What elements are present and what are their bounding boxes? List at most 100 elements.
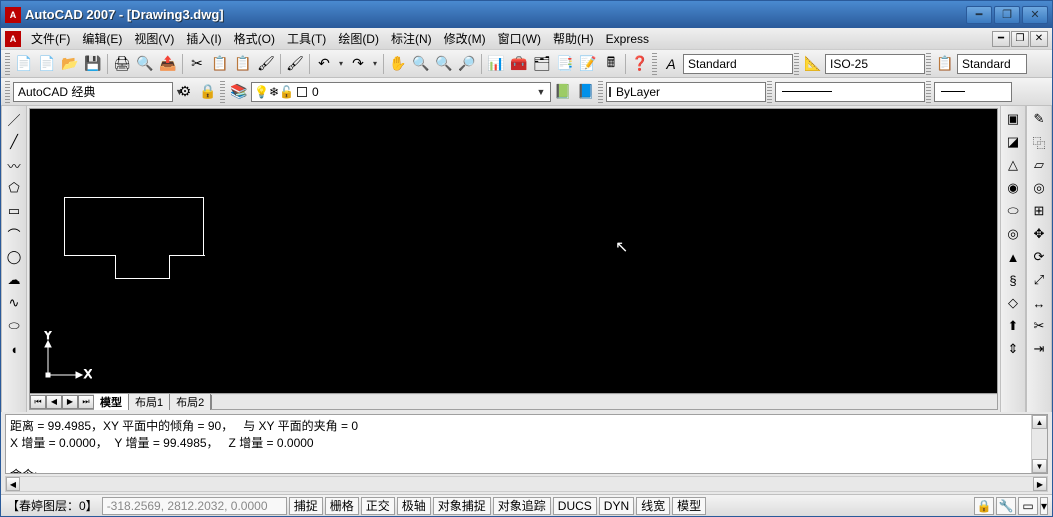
color-combo[interactable]: ▼ <box>606 82 766 102</box>
mdi-close-button[interactable]: ✕ <box>1030 31 1048 47</box>
tab-first-button[interactable]: ⏮ <box>30 395 46 409</box>
copy-icon[interactable]: 📋 <box>209 53 231 75</box>
ellipse-arc-icon[interactable]: ◖ <box>3 338 25 360</box>
minimize-button[interactable]: ━ <box>966 6 992 24</box>
pan-icon[interactable]: ✋ <box>387 53 409 75</box>
toggle-lwt[interactable]: 线宽 <box>636 497 670 515</box>
wedge-icon[interactable]: ◪ <box>1002 131 1024 153</box>
torus-icon[interactable]: ◎ <box>1002 223 1024 245</box>
rotate-icon[interactable]: ⟳ <box>1028 246 1050 268</box>
drawing-canvas[interactable]: ↖ X Y <box>30 109 997 393</box>
arc-icon[interactable]: ⌒ <box>3 223 25 245</box>
zoom-prev-icon[interactable]: 🔎 <box>456 53 478 75</box>
menu-window[interactable]: 窗口(W) <box>492 28 547 49</box>
rectangle-icon[interactable]: ▭ <box>3 200 25 222</box>
publish-icon[interactable]: 📤 <box>157 53 179 75</box>
new-icon[interactable]: 📄 <box>36 53 58 75</box>
stretch-icon[interactable]: ↔ <box>1028 292 1050 314</box>
workspace-input[interactable] <box>16 85 175 99</box>
matchprop-icon[interactable]: 🖌 <box>255 53 277 75</box>
presspull-icon[interactable]: ⇕ <box>1002 338 1024 360</box>
designcenter-icon[interactable]: 🧰 <box>508 53 530 75</box>
toolbar-grip[interactable] <box>926 81 931 103</box>
menu-dimension[interactable]: 标注(N) <box>385 28 438 49</box>
revcloud-icon[interactable]: ☁ <box>3 269 25 291</box>
cmd-vscroll[interactable]: ▲ ▼ <box>1031 415 1047 473</box>
tab-next-button[interactable]: ▶ <box>62 395 78 409</box>
toolbar-grip[interactable] <box>5 81 10 103</box>
undo-icon[interactable]: ↶ <box>313 53 335 75</box>
linetype-combo[interactable]: ▼ <box>775 82 925 102</box>
lineweight-input[interactable] <box>969 85 1053 99</box>
mirror-icon[interactable]: ▱ <box>1028 154 1050 176</box>
tab-layout2[interactable]: 布局2 <box>170 394 211 410</box>
annoscale-icon[interactable]: 🔧 <box>996 497 1016 515</box>
layer-states-icon[interactable]: 📘 <box>575 81 597 103</box>
layer-input[interactable] <box>310 85 534 99</box>
ellipse-icon[interactable]: ⬭ <box>3 315 25 337</box>
erase-icon[interactable]: ✎ <box>1028 108 1050 130</box>
scroll-left-icon[interactable]: ◀ <box>6 477 20 491</box>
scroll-right-icon[interactable]: ▶ <box>1033 477 1047 491</box>
menu-express[interactable]: Express <box>600 30 655 48</box>
undo-dd[interactable]: ▾ <box>336 59 346 68</box>
menu-edit[interactable]: 编辑(E) <box>76 28 128 49</box>
sphere-icon[interactable]: ◉ <box>1002 177 1024 199</box>
save-icon[interactable]: 💾 <box>82 53 104 75</box>
cmd-hscroll[interactable]: ◀ ▶ <box>5 476 1048 492</box>
line-icon[interactable]: ／ <box>3 108 25 130</box>
toolbar-grip-3[interactable] <box>794 53 799 75</box>
toolpalettes-icon[interactable]: 🗂 <box>531 53 553 75</box>
toggle-ortho[interactable]: 正交 <box>361 497 395 515</box>
mdi-restore-button[interactable]: ❐ <box>1011 31 1029 47</box>
move-icon[interactable]: ✥ <box>1028 223 1050 245</box>
layer-combo[interactable]: 💡 ❄ 🔓 ▼ <box>251 82 551 102</box>
tablestyle-combo[interactable] <box>957 54 1027 74</box>
toolbar-grip[interactable] <box>5 53 10 75</box>
scroll-down-icon[interactable]: ▼ <box>1032 459 1047 473</box>
open-icon[interactable]: 📂 <box>59 53 81 75</box>
xline-icon[interactable]: ╱ <box>3 131 25 153</box>
tab-last-button[interactable]: ⏭ <box>78 395 94 409</box>
dimstyle-icon[interactable]: 📐 <box>802 53 824 75</box>
toolbar-grip[interactable] <box>220 81 225 103</box>
box-icon[interactable]: ▣ <box>1002 108 1024 130</box>
dimstyle-combo[interactable]: ▼ <box>825 54 925 74</box>
scroll-up-icon[interactable]: ▲ <box>1032 415 1047 429</box>
toggle-model[interactable]: 模型 <box>672 497 706 515</box>
workspace-combo[interactable]: ▼ <box>13 82 173 102</box>
textstyle-icon[interactable]: A <box>660 53 682 75</box>
color-input[interactable] <box>614 85 773 99</box>
quickcalc-icon[interactable]: 🖩 <box>600 53 622 75</box>
polygon-icon[interactable]: ⬠ <box>3 177 25 199</box>
paste-icon[interactable]: 📋 <box>232 53 254 75</box>
planar-icon[interactable]: ◇ <box>1002 292 1024 314</box>
menu-insert[interactable]: 插入(I) <box>180 28 227 49</box>
helix-icon[interactable]: § <box>1002 269 1024 291</box>
scale-icon[interactable]: ⤢ <box>1028 269 1050 291</box>
lineweight-combo[interactable] <box>934 82 1012 102</box>
offset-icon[interactable]: ◎ <box>1028 177 1050 199</box>
tab-prev-button[interactable]: ◀ <box>46 395 62 409</box>
workspace-settings-icon[interactable]: ⚙ <box>174 81 196 103</box>
coords-display[interactable]: -318.2569, 2812.2032, 0.0000 <box>102 497 287 515</box>
help-icon[interactable]: ❓ <box>629 53 651 75</box>
chevron-down-icon[interactable]: ▼ <box>534 87 548 97</box>
polyline-icon[interactable]: 〰 <box>3 154 25 176</box>
layer-prev-icon[interactable]: 📗 <box>552 81 574 103</box>
trim-icon[interactable]: ✂ <box>1028 315 1050 337</box>
toolbar-grip-2[interactable] <box>652 53 657 75</box>
statusbar-menu-icon[interactable]: ▾ <box>1040 497 1048 515</box>
tablestyle-icon[interactable]: 📋 <box>934 53 956 75</box>
menu-help[interactable]: 帮助(H) <box>547 28 600 49</box>
qnew-icon[interactable]: 📄 <box>13 53 35 75</box>
properties-icon[interactable]: 📊 <box>485 53 507 75</box>
menu-view[interactable]: 视图(V) <box>128 28 180 49</box>
markup-icon[interactable]: 📝 <box>577 53 599 75</box>
block-editor-icon[interactable]: 🖌 <box>284 53 306 75</box>
toggle-polar[interactable]: 极轴 <box>397 497 431 515</box>
close-button[interactable]: ✕ <box>1022 6 1048 24</box>
menu-format[interactable]: 格式(O) <box>228 28 281 49</box>
tab-model[interactable]: 模型 <box>94 394 129 410</box>
spline-icon[interactable]: ∿ <box>3 292 25 314</box>
